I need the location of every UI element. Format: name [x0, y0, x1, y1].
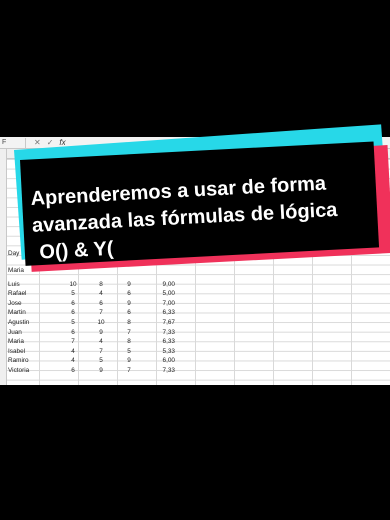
cell-grade-3[interactable]: 9 — [115, 357, 143, 364]
cell-grade-3[interactable]: 8 — [115, 319, 143, 326]
cell-name[interactable]: Luis — [7, 281, 59, 288]
cell-grade-1[interactable]: 6 — [59, 367, 87, 374]
table-row[interactable]: Jose 6 6 9 7,00 — [7, 298, 390, 308]
cell-grade-2[interactable]: 9 — [87, 329, 115, 336]
cell-grade-1[interactable]: 4 — [59, 348, 87, 355]
cell-grade-1[interactable]: 5 — [59, 290, 87, 297]
cell-average[interactable]: 9,00 — [143, 281, 177, 288]
cell-grade-2[interactable]: 8 — [87, 281, 115, 288]
cell-grade-3[interactable]: 8 — [115, 338, 143, 345]
cell-average[interactable]: 7,33 — [143, 367, 177, 374]
table-row[interactable]: Isabel 4 7 5 5,33 — [7, 346, 390, 356]
cell-name[interactable]: Maria — [7, 338, 59, 345]
cell-average[interactable]: 5,33 — [143, 348, 177, 355]
cell-grade-2[interactable]: 6 — [87, 300, 115, 307]
cell-grade-3[interactable]: 7 — [115, 367, 143, 374]
cell-grade-3[interactable]: 6 — [115, 290, 143, 297]
table-row[interactable]: Martin 6 7 6 6,33 — [7, 308, 390, 318]
cell-grade-1[interactable]: 6 — [59, 329, 87, 336]
cell-grade-1[interactable]: 6 — [59, 300, 87, 307]
cell-grade-2[interactable]: 4 — [87, 290, 115, 297]
cell-average[interactable]: 7,67 — [143, 319, 177, 326]
cell-grade-3[interactable]: 5 — [115, 348, 143, 355]
cell-grade-2[interactable]: 10 — [87, 319, 115, 326]
cell-grade-1[interactable]: 4 — [59, 357, 87, 364]
cell-grade-1[interactable]: 7 — [59, 338, 87, 345]
cell-grade-2[interactable]: 7 — [87, 309, 115, 316]
cell-name[interactable]: Agustin — [7, 319, 59, 326]
cell-average[interactable]: 7,00 — [143, 300, 177, 307]
table-row[interactable]: Maria 7 4 8 6,33 — [7, 337, 390, 347]
cancel-icon[interactable]: ✕ — [34, 138, 41, 147]
table-row[interactable]: Agustin 5 10 8 7,67 — [7, 317, 390, 327]
cell-name[interactable]: Martin — [7, 309, 59, 316]
cell-grade-3[interactable]: 9 — [115, 300, 143, 307]
cell-name[interactable]: Ramiro — [7, 357, 59, 364]
cell-name[interactable]: Juan — [7, 329, 59, 336]
cell-average[interactable]: 7,33 — [143, 329, 177, 336]
cell-grade-3[interactable]: 9 — [115, 281, 143, 288]
cell-grade-1[interactable]: 6 — [59, 309, 87, 316]
cell-grade-2[interactable]: 5 — [87, 357, 115, 364]
enter-icon[interactable]: ✓ — [47, 138, 54, 147]
cell-grade-1[interactable]: 5 — [59, 319, 87, 326]
cell-name[interactable]: Rafael — [7, 290, 59, 297]
table-row[interactable]: Ramiro 4 5 9 6,00 — [7, 356, 390, 366]
cell-average[interactable]: 5,00 — [143, 290, 177, 297]
cell-name[interactable]: Isabel — [7, 348, 59, 355]
caption-banner: Aprenderemos a usar de forma avanzada la… — [0, 124, 390, 280]
table-row[interactable]: Rafael 5 4 6 5,00 — [7, 289, 390, 299]
table-row[interactable]: Victoria 6 9 7 7,33 — [7, 365, 390, 375]
cell-average[interactable]: 6,33 — [143, 309, 177, 316]
cell-average[interactable]: 6,33 — [143, 338, 177, 345]
cell-grade-2[interactable]: 7 — [87, 348, 115, 355]
table-row[interactable]: Juan 6 9 7 7,33 — [7, 327, 390, 337]
cell-grade-1[interactable]: 10 — [59, 281, 87, 288]
table-row[interactable]: Luis 10 8 9 9,00 — [7, 279, 390, 289]
cell-name[interactable]: Jose — [7, 300, 59, 307]
cell-grade-2[interactable]: 4 — [87, 338, 115, 345]
cell-grade-3[interactable]: 6 — [115, 309, 143, 316]
cell-grade-3[interactable]: 7 — [115, 329, 143, 336]
cell-name[interactable]: Victoria — [7, 367, 59, 374]
cell-grade-2[interactable]: 9 — [87, 367, 115, 374]
name-box[interactable]: F — [0, 137, 26, 148]
cell-average[interactable]: 6,00 — [143, 357, 177, 364]
